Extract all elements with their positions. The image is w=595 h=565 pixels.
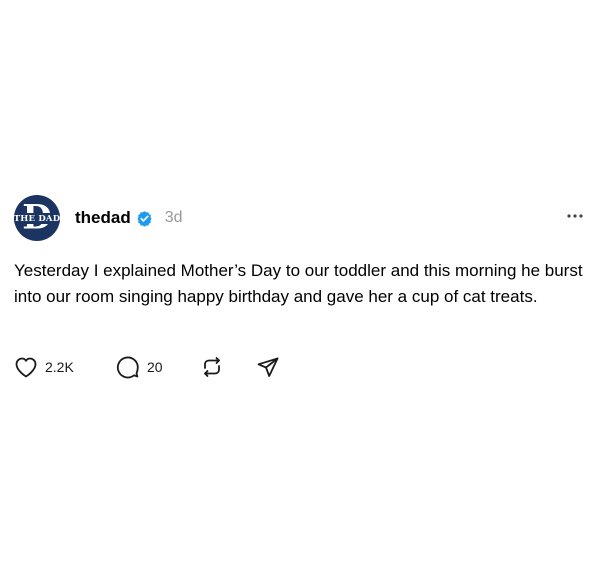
thread-post: D THE DAD thedad 3d Yesterday I explaine… [0, 0, 595, 565]
post-actions: 2.2K 20 [14, 352, 280, 382]
reply-count: 20 [147, 359, 163, 375]
more-dots-icon[interactable] [565, 206, 585, 226]
reply-button[interactable]: 20 [116, 352, 200, 382]
like-count: 2.2K [45, 359, 74, 375]
verified-badge-icon [136, 210, 153, 227]
avatar-band: THE DAD [14, 213, 60, 224]
repost-button[interactable] [200, 352, 256, 382]
post-text: Yesterday I explained Mother’s Day to ou… [14, 261, 583, 306]
send-icon [256, 355, 280, 379]
post-timestamp[interactable]: 3d [165, 209, 183, 227]
share-button[interactable] [256, 352, 280, 382]
post-header: D THE DAD thedad 3d [14, 194, 589, 242]
avatar-text: THE DAD [14, 213, 60, 224]
username[interactable]: thedad [75, 208, 131, 228]
heart-icon [14, 356, 38, 378]
comment-icon [116, 355, 140, 379]
repost-icon [200, 355, 224, 379]
avatar[interactable]: D THE DAD [14, 195, 60, 241]
like-button[interactable]: 2.2K [14, 352, 116, 382]
